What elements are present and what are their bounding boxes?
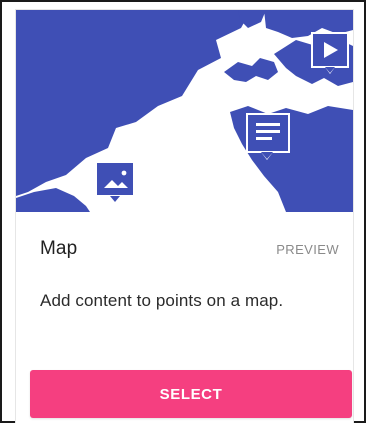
card-title: Map (40, 238, 78, 259)
content-type-card: Map PREVIEW Add content to points on a m… (16, 10, 353, 423)
screenshot-frame: Map PREVIEW Add content to points on a m… (0, 0, 366, 423)
preview-badge: PREVIEW (276, 242, 339, 257)
video-marker-icon (311, 32, 349, 74)
select-button[interactable]: SELECT (30, 370, 352, 418)
image-marker-icon (95, 161, 135, 203)
card-description: Add content to points on a map. (40, 291, 284, 310)
map-illustration (16, 10, 353, 212)
landmass-europe-mid (224, 58, 278, 82)
